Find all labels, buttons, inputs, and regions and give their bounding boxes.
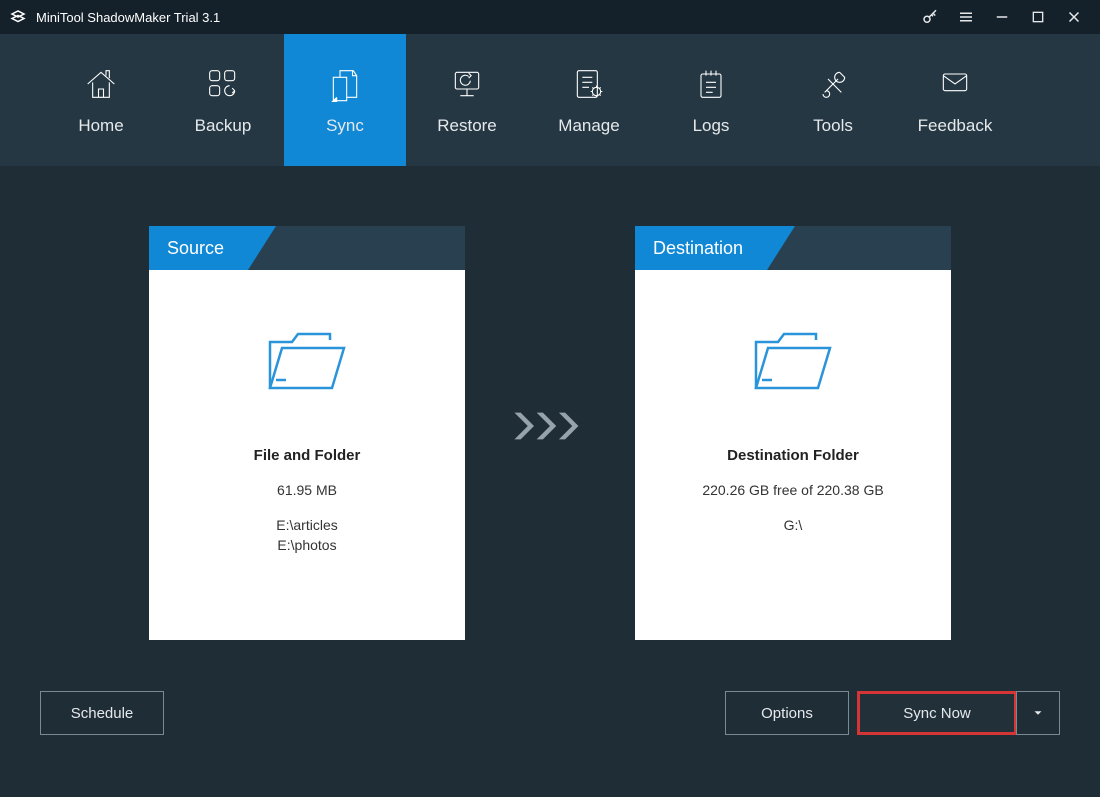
source-panel-header: Source	[149, 226, 465, 270]
destination-title: Destination Folder	[727, 447, 859, 464]
source-path-1: E:\articles	[276, 516, 337, 536]
destination-panel-tab: Destination	[635, 226, 767, 270]
source-title: File and Folder	[254, 447, 361, 464]
nav-feedback[interactable]: Feedback	[894, 34, 1016, 166]
destination-path: G:\	[784, 516, 803, 536]
nav-logs-label: Logs	[693, 116, 730, 136]
source-path-2: E:\photos	[276, 536, 337, 556]
nav-sync-label: Sync	[326, 116, 364, 136]
nav-restore-label: Restore	[437, 116, 497, 136]
sync-now-button[interactable]: Sync Now	[857, 691, 1017, 735]
source-panel[interactable]: Source File and Folder 61.95 MB E:\artic…	[149, 226, 465, 640]
destination-panel[interactable]: Destination Destination Folder 220.26 GB…	[635, 226, 951, 640]
nav-home-label: Home	[78, 116, 123, 136]
folder-icon	[264, 322, 350, 399]
app-title: MiniTool ShadowMaker Trial 3.1	[36, 10, 220, 25]
source-paths: E:\articles E:\photos	[276, 516, 337, 555]
destination-space: 220.26 GB free of 220.38 GB	[702, 482, 883, 498]
nav-manage-label: Manage	[558, 116, 619, 136]
nav-manage[interactable]: Manage	[528, 34, 650, 166]
destination-paths: G:\	[784, 516, 803, 536]
nav-backup[interactable]: Backup	[162, 34, 284, 166]
sync-content: Source File and Folder 61.95 MB E:\artic…	[0, 166, 1100, 640]
sync-direction-icon	[510, 406, 590, 446]
folder-icon	[750, 322, 836, 399]
source-size: 61.95 MB	[277, 482, 337, 498]
titlebar: MiniTool ShadowMaker Trial 3.1	[0, 0, 1100, 34]
nav-sync[interactable]: Sync	[284, 34, 406, 166]
key-button[interactable]	[912, 0, 948, 34]
footer-bar: Schedule Options Sync Now	[0, 688, 1100, 738]
nav-restore[interactable]: Restore	[406, 34, 528, 166]
app-logo-icon	[8, 7, 28, 27]
nav-backup-label: Backup	[195, 116, 252, 136]
sync-now-dropdown-button[interactable]	[1016, 691, 1060, 735]
nav-logs[interactable]: Logs	[650, 34, 772, 166]
nav-feedback-label: Feedback	[918, 116, 993, 136]
menu-button[interactable]	[948, 0, 984, 34]
destination-panel-header: Destination	[635, 226, 951, 270]
source-panel-tab: Source	[149, 226, 248, 270]
close-button[interactable]	[1056, 0, 1092, 34]
maximize-button[interactable]	[1020, 0, 1056, 34]
nav-home[interactable]: Home	[40, 34, 162, 166]
main-navbar: Home Backup Sync Restore Manage Logs Too…	[0, 34, 1100, 166]
options-button[interactable]: Options	[725, 691, 849, 735]
nav-tools[interactable]: Tools	[772, 34, 894, 166]
nav-tools-label: Tools	[813, 116, 853, 136]
schedule-button[interactable]: Schedule	[40, 691, 164, 735]
minimize-button[interactable]	[984, 0, 1020, 34]
